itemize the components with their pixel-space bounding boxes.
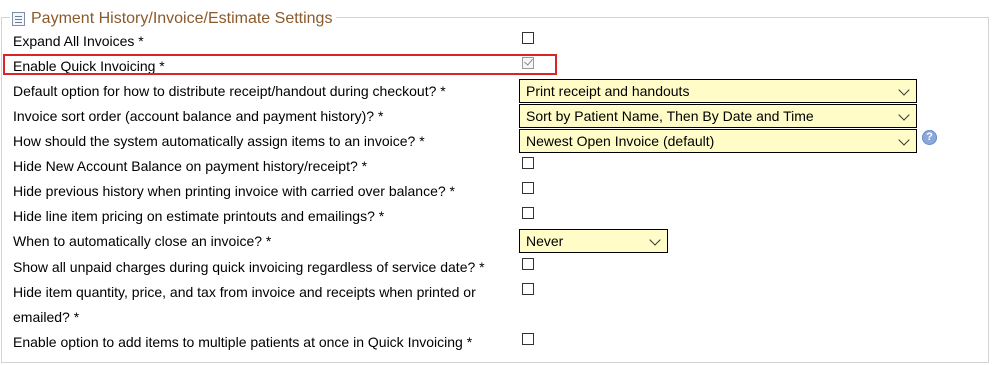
setting-row-distribute-receipt: Default option for how to distribute rec…: [13, 80, 446, 102]
assign-items-select[interactable]: Newest Open Invoice (default): [519, 129, 917, 153]
setting-row-expand-all-invoices: Expand All Invoices *: [13, 30, 144, 52]
select-value: Newest Open Invoice (default): [526, 133, 715, 149]
setting-row-enable-quick-invoicing: Enable Quick Invoicing *: [13, 55, 165, 77]
chevron-down-icon: [898, 84, 910, 96]
setting-label: How should the system automatically assi…: [13, 133, 425, 149]
setting-label-line2: emailed? *: [13, 309, 80, 325]
chevron-down-icon: [649, 234, 661, 246]
expand-all-invoices-checkbox[interactable]: [522, 32, 534, 44]
select-value: Sort by Patient Name, Then By Date and T…: [526, 108, 814, 124]
select-value: Never: [526, 233, 564, 249]
enable-quick-invoicing-checkbox[interactable]: [522, 56, 534, 69]
setting-label: Show all unpaid charges during quick inv…: [13, 259, 485, 275]
setting-label: Invoice sort order (account balance and …: [13, 108, 384, 124]
setting-row-show-unpaid-charges: Show all unpaid charges during quick inv…: [13, 256, 485, 278]
distribute-receipt-select[interactable]: Print receipt and handouts: [519, 79, 917, 103]
question-mark-icon[interactable]: ?: [922, 130, 937, 145]
setting-label: Expand All Invoices *: [13, 33, 144, 49]
chevron-down-icon: [898, 134, 910, 146]
show-unpaid-charges-checkbox[interactable]: [522, 258, 534, 270]
setting-row-auto-close-invoice: When to automatically close an invoice? …: [13, 230, 271, 252]
chevron-down-icon: [898, 109, 910, 121]
setting-label: Enable option to add items to multiple p…: [13, 334, 473, 350]
multi-patient-items-checkbox[interactable]: [522, 333, 534, 345]
hide-line-item-pricing-checkbox[interactable]: [522, 207, 534, 219]
setting-label: When to automatically close an invoice? …: [13, 233, 272, 249]
checkmark-icon: [524, 56, 533, 66]
select-value: Print receipt and handouts: [526, 83, 690, 99]
setting-label: Default option for how to distribute rec…: [13, 83, 446, 99]
setting-label: Hide previous history when printing invo…: [13, 183, 456, 199]
auto-close-invoice-select[interactable]: Never: [519, 229, 668, 253]
setting-label: Hide New Account Balance on payment hist…: [13, 158, 368, 174]
section-title: Payment History/Invoice/Estimate Setting…: [31, 10, 333, 27]
setting-label: Hide line item pricing on estimate print…: [13, 208, 385, 224]
hide-item-quantity-checkbox[interactable]: [522, 283, 534, 295]
setting-label: Enable Quick Invoicing *: [13, 58, 165, 74]
hide-new-account-balance-checkbox[interactable]: [522, 157, 534, 169]
invoice-sort-order-select[interactable]: Sort by Patient Name, Then By Date and T…: [519, 104, 917, 128]
setting-row-hide-line-item-pricing: Hide line item pricing on estimate print…: [13, 205, 384, 227]
setting-row-hide-item-quantity-cont: emailed? *: [13, 306, 79, 328]
setting-row-invoice-sort-order: Invoice sort order (account balance and …: [13, 105, 383, 127]
setting-row-hide-previous-history: Hide previous history when printing invo…: [13, 180, 455, 202]
setting-row-assign-items: How should the system automatically assi…: [13, 130, 425, 152]
settings-form-icon: [12, 12, 25, 26]
setting-row-multi-patient-items: Enable option to add items to multiple p…: [13, 331, 472, 353]
section-legend: Payment History/Invoice/Estimate Setting…: [10, 8, 337, 30]
setting-row-hide-new-account-balance: Hide New Account Balance on payment hist…: [13, 155, 367, 177]
setting-label-line1: Hide item quantity, price, and tax from …: [13, 284, 476, 300]
hide-previous-history-checkbox[interactable]: [522, 182, 534, 194]
setting-row-hide-item-quantity: Hide item quantity, price, and tax from …: [13, 281, 476, 303]
